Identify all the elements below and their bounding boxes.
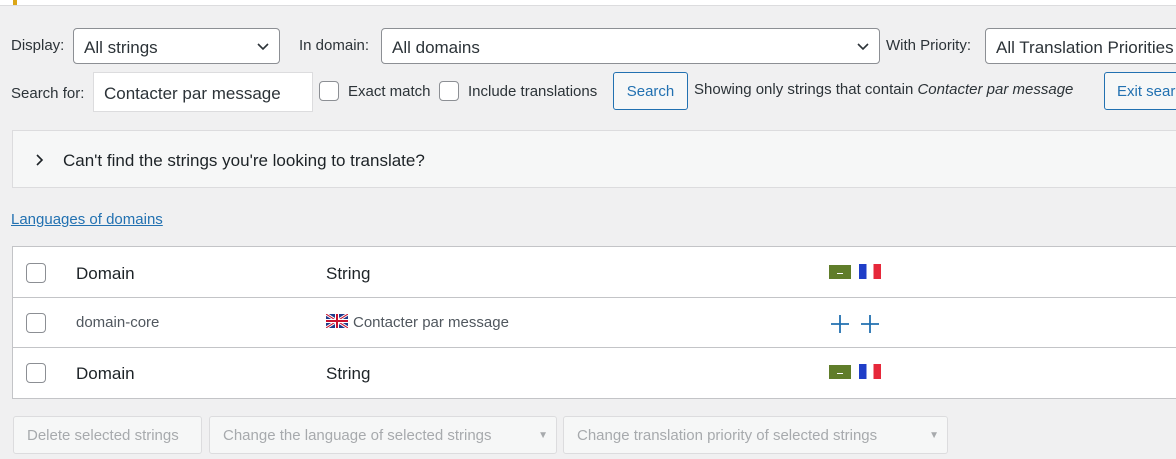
top-notice-bar xyxy=(0,0,1176,6)
delete-selected-strings-label: Delete selected strings xyxy=(27,427,179,444)
include-translations-checkbox[interactable] xyxy=(439,81,459,101)
domain-label: In domain: xyxy=(299,37,370,54)
chevron-down-icon xyxy=(257,43,269,51)
search-label: Search for: xyxy=(11,85,85,102)
priority-label: With Priority: xyxy=(886,37,972,54)
table-footer-row: Domain String xyxy=(13,347,1176,398)
column-header-string[interactable]: String xyxy=(326,264,370,284)
dropdown-arrow-icon: ▼ xyxy=(929,430,939,441)
languages-of-domains-link[interactable]: Languages of domains xyxy=(11,211,163,228)
exit-search-button[interactable]: Exit search xyxy=(1104,72,1176,110)
french-flag-icon xyxy=(859,364,881,379)
priority-select-value: All Translation Priorities xyxy=(996,38,1174,57)
select-all-checkbox[interactable] xyxy=(26,263,46,283)
row-domain: domain-core xyxy=(76,314,160,331)
chevron-right-icon xyxy=(36,154,44,166)
add-french-translation-icon[interactable] xyxy=(859,313,881,335)
column-footer-domain[interactable]: Domain xyxy=(76,364,135,384)
change-priority-select[interactable]: Change translation priority of selected … xyxy=(563,416,948,454)
domain-select[interactable]: All domains xyxy=(381,28,880,64)
arabic-flag-icon xyxy=(829,265,851,279)
arabic-flag-icon xyxy=(829,365,851,379)
french-flag-icon xyxy=(859,264,881,279)
change-language-select[interactable]: Change the language of selected strings … xyxy=(209,416,557,454)
add-arabic-translation-icon[interactable] xyxy=(829,313,851,335)
exact-match-label[interactable]: Exact match xyxy=(348,83,431,100)
row-string: Contacter par message xyxy=(353,314,509,331)
search-status-term: Contacter par message xyxy=(917,81,1074,98)
domain-select-value: All domains xyxy=(392,38,480,57)
priority-select[interactable]: All Translation Priorities xyxy=(985,28,1176,64)
delete-selected-strings-button[interactable]: Delete selected strings xyxy=(13,416,202,454)
chevron-down-icon xyxy=(857,43,869,51)
notice-accent xyxy=(13,0,17,5)
display-select-value: All strings xyxy=(84,38,158,57)
column-header-domain[interactable]: Domain xyxy=(76,264,135,284)
dropdown-arrow-icon: ▼ xyxy=(538,430,548,441)
help-panel[interactable]: Can't find the strings you're looking to… xyxy=(12,130,1176,188)
search-input[interactable]: Contacter par message xyxy=(93,72,313,112)
select-all-checkbox-footer[interactable] xyxy=(26,363,46,383)
display-label: Display: xyxy=(11,37,65,54)
display-select[interactable]: All strings xyxy=(73,28,280,64)
search-input-value: Contacter par message xyxy=(104,84,281,103)
search-status-prefix: Showing only strings that contain xyxy=(694,81,914,98)
change-priority-label: Change translation priority of selected … xyxy=(577,427,878,444)
strings-table: Domain String domain-core Contacter par … xyxy=(12,246,1176,399)
exact-match-checkbox[interactable] xyxy=(319,81,339,101)
include-translations-label[interactable]: Include translations xyxy=(468,83,597,100)
change-language-label: Change the language of selected strings xyxy=(223,427,492,444)
table-row: domain-core Contacter par message xyxy=(13,297,1176,348)
help-panel-text: Can't find the strings you're looking to… xyxy=(63,151,425,170)
search-button[interactable]: Search xyxy=(613,72,688,110)
column-footer-string[interactable]: String xyxy=(326,364,370,384)
english-flag-icon xyxy=(326,314,348,328)
row-checkbox[interactable] xyxy=(26,313,46,333)
table-header-row: Domain String xyxy=(13,247,1176,297)
search-status-text: Showing only strings that contain Contac… xyxy=(694,81,1073,98)
